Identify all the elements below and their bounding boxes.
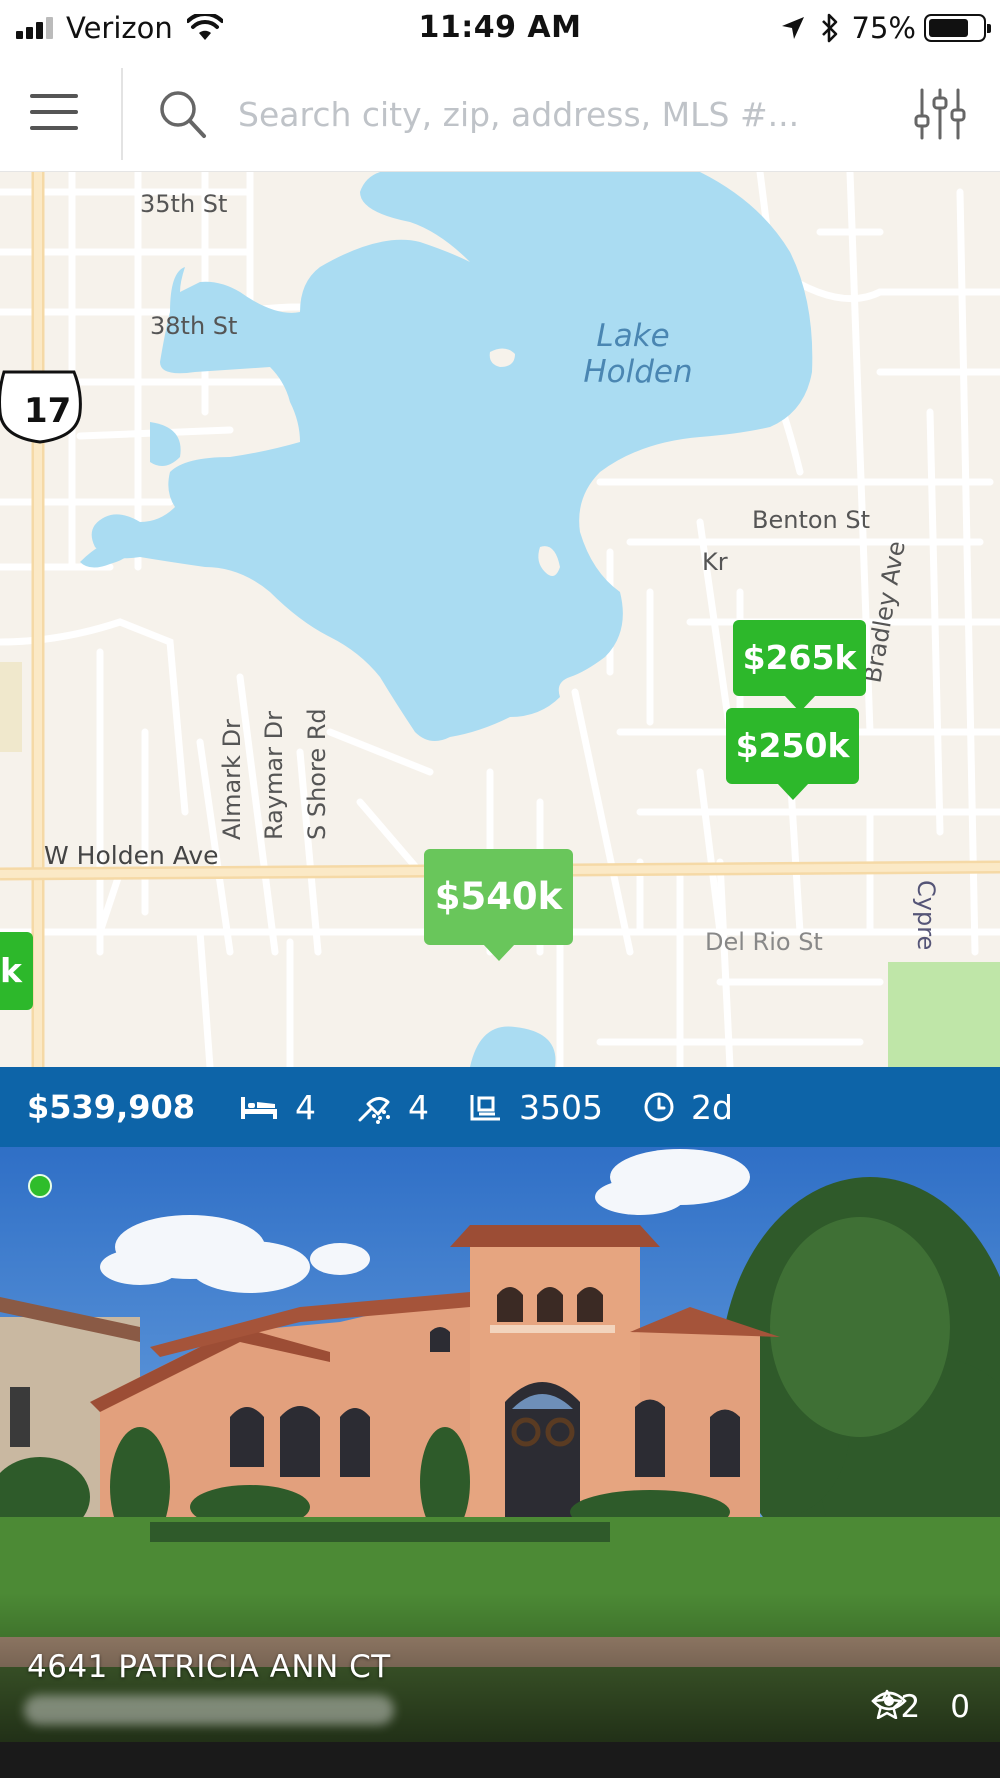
street-label-35th: 35th St	[140, 190, 227, 218]
status-bar: Verizon 11:49 AM 75%	[0, 0, 1000, 56]
price-pin-250k[interactable]: $250k	[726, 708, 859, 800]
lake-label: Lake Holden	[583, 318, 692, 390]
clock-icon	[643, 1091, 675, 1123]
shower-icon	[356, 1090, 392, 1124]
listing-metrics: 2 0	[870, 1689, 970, 1725]
star-icon	[871, 1689, 902, 1719]
street-label-s-shore: S Shore Rd	[303, 708, 331, 840]
days-on-market: 2d	[691, 1087, 733, 1127]
street-label-38th: 38th St	[150, 312, 237, 340]
listing-sqft: 3505	[469, 1088, 603, 1127]
listing-beds: 4	[239, 1088, 316, 1127]
land-patch	[0, 662, 22, 752]
price-pin-label: $265k	[742, 638, 857, 677]
price-pin-label: k	[0, 951, 22, 990]
street-label-almark: Almark Dr	[218, 719, 246, 840]
location-arrow-icon	[781, 17, 804, 39]
search-input[interactable]	[238, 84, 838, 144]
listing-info-bar[interactable]: $539,908 4 4 3505 2d	[0, 1067, 1000, 1147]
street-label-benton: Benton St	[752, 506, 870, 534]
active-status-dot	[28, 1174, 52, 1198]
views-metric: 2	[870, 1689, 920, 1725]
favorites-count: 0	[950, 1689, 970, 1725]
listing-days: 2d	[643, 1088, 733, 1127]
filter-sliders-icon[interactable]	[912, 86, 968, 142]
listing-address: 4641 PATRICIA ANN CT	[27, 1649, 391, 1685]
street-label-raymar: Raymar Dr	[260, 711, 288, 840]
price-pin-label: $540k	[434, 875, 563, 918]
search-header	[0, 56, 1000, 172]
beds-count: 4	[295, 1087, 317, 1127]
street-label-cypress: Cypre	[912, 880, 940, 950]
floorplan-icon	[469, 1092, 503, 1122]
pond	[470, 1026, 556, 1067]
menu-button[interactable]	[30, 92, 80, 132]
bed-icon	[239, 1093, 279, 1121]
battery-percent: 75%	[851, 11, 916, 45]
lake-holden	[91, 172, 813, 741]
search-icon	[160, 91, 206, 138]
favorites-metric[interactable]: 0	[871, 1689, 970, 1725]
listing-price-value: $539,908	[27, 1088, 196, 1126]
price-pin-540k-selected[interactable]: $540k	[424, 849, 573, 961]
street-label-w-holden: W Holden Ave	[44, 841, 219, 870]
map-view[interactable]: 35th St 38th St Benton St Kr W Holden Av…	[0, 172, 1000, 1067]
header-divider	[121, 68, 123, 160]
battery-icon	[924, 14, 991, 42]
redacted-text	[24, 1695, 394, 1725]
lake-cove	[150, 422, 181, 466]
street-label-del-rio: Del Rio St	[705, 928, 823, 956]
listing-baths: 4	[356, 1088, 429, 1127]
price-pin-265k[interactable]: $265k	[733, 620, 866, 712]
baths-count: 4	[408, 1087, 430, 1127]
bluetooth-icon	[821, 13, 837, 43]
price-pin-offscreen[interactable]: k	[0, 932, 33, 1010]
street-label-kr: Kr	[702, 548, 728, 576]
battery-fill	[929, 19, 968, 37]
status-right: 75%	[780, 8, 991, 48]
sqft-value: 3505	[519, 1087, 603, 1127]
park-area	[888, 962, 1000, 1067]
price-pin-label: $250k	[735, 726, 850, 765]
lake-inlet	[80, 539, 135, 568]
listing-price: $539,908	[27, 1088, 195, 1126]
listing-photo[interactable]: 4641 PATRICIA ANN CT 2 0	[0, 1147, 1000, 1742]
bottom-strip	[0, 1742, 1000, 1778]
highway-number: 17	[24, 391, 71, 431]
